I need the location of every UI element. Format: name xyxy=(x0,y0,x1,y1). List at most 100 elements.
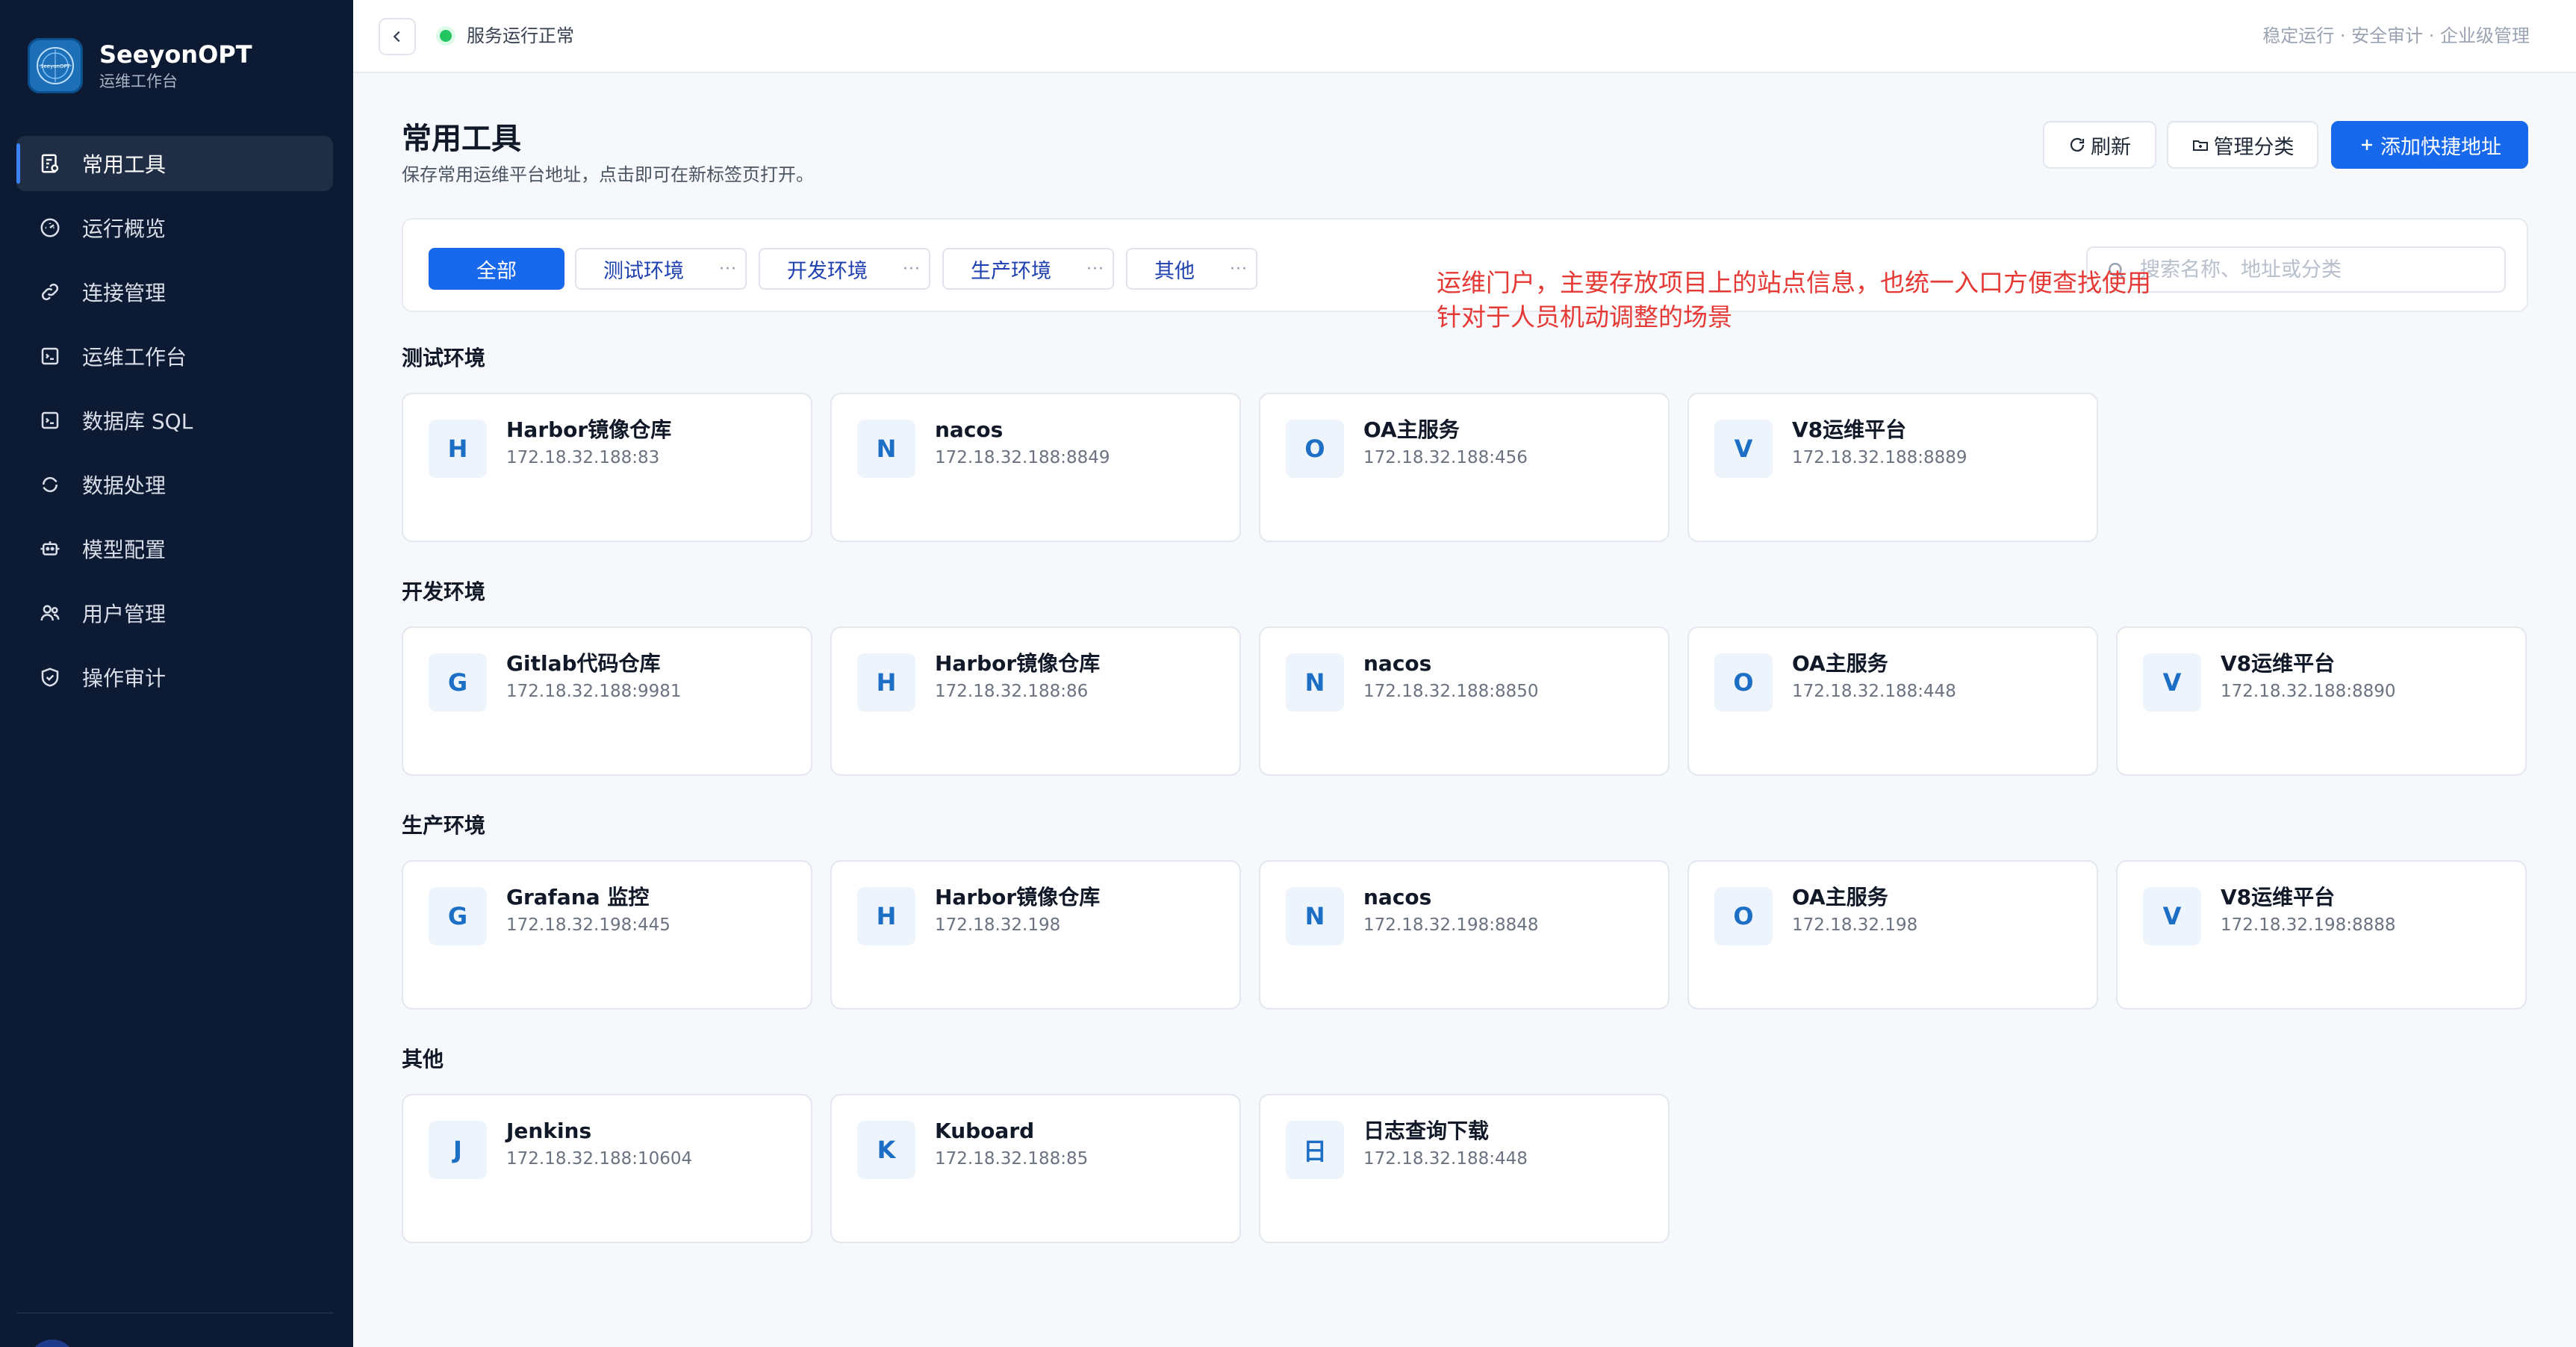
card-title: V8运维平台 xyxy=(2221,651,2336,676)
section-title: 其他 xyxy=(402,1047,444,1071)
card-address: 172.18.32.188:85 xyxy=(935,1149,1089,1169)
card-initial-badge: N xyxy=(1286,887,1344,945)
card-initial-badge: O xyxy=(1714,887,1773,945)
card-address: 172.18.32.188:448 xyxy=(1792,682,1956,701)
sidebar-item-database-sql[interactable]: 数据库 SQL xyxy=(16,393,333,448)
card-initial-badge: H xyxy=(857,653,915,712)
more-icon[interactable]: ··· xyxy=(1078,260,1113,279)
filter-chip-test[interactable]: 测试环境 ··· xyxy=(575,248,747,290)
card-address: 172.18.32.198:445 xyxy=(506,915,671,935)
shortcut-card[interactable]: Nnacos 172.18.32.188:8849 xyxy=(830,393,1241,542)
sidebar-nav: 常用工具 运行概览 连接管理 运维工作台 数据库 SQL 数据处理 模型配置 用… xyxy=(16,136,333,714)
filter-chip-prod[interactable]: 生产环境 ··· xyxy=(942,248,1114,290)
shortcut-card[interactable]: V V8运维平台 172.18.32.188:8890 xyxy=(2116,626,2527,776)
tagline: 稳定运行 · 安全审计 · 企业级管理 xyxy=(2262,25,2530,46)
sidebar-item-label: 连接管理 xyxy=(82,281,167,305)
avatar[interactable] xyxy=(28,1340,76,1347)
manage-categories-button[interactable]: 管理分类 xyxy=(2167,121,2318,169)
shortcut-card[interactable]: V V8运维平台 172.18.32.188:8889 xyxy=(1687,393,2098,542)
card-title: Jenkins xyxy=(506,1119,592,1143)
folder-icon xyxy=(2191,136,2209,154)
card-title: V8运维平台 xyxy=(2221,885,2336,909)
shortcut-card[interactable]: Nnacos 172.18.32.188:8850 xyxy=(1259,626,1670,776)
card-title: nacos xyxy=(1363,885,1432,909)
card-title: nacos xyxy=(1363,651,1432,676)
shortcut-card[interactable]: H Harbor镜像仓库 172.18.32.188:83 xyxy=(402,393,812,542)
sidebar-item-label: 常用工具 xyxy=(82,152,167,177)
sidebar-item-tools[interactable]: 常用工具 xyxy=(16,136,333,191)
robot-icon xyxy=(37,536,63,561)
card-title: 日志查询下载 xyxy=(1363,1119,1490,1143)
shortcut-card[interactable]: G Grafana 监控 172.18.32.198:445 xyxy=(402,860,812,1010)
card-initial-badge: H xyxy=(857,887,915,945)
card-title: Gitlab代码仓库 xyxy=(506,651,661,676)
sidebar-item-audit[interactable]: 操作审计 xyxy=(16,650,333,705)
card-address: 172.18.32.198:8888 xyxy=(2221,915,2396,935)
card-address: 172.18.32.198:8848 xyxy=(1363,915,1539,935)
filter-chip-all[interactable]: 全部 xyxy=(429,248,564,290)
shortcut-card[interactable]: Nnacos 172.18.32.198:8848 xyxy=(1259,860,1670,1010)
shortcut-card[interactable]: O OA主服务 172.18.32.188:448 xyxy=(1687,626,2098,776)
more-icon[interactable]: ··· xyxy=(895,260,929,279)
shortcut-card[interactable]: K Kuboard 172.18.32.188:85 xyxy=(830,1094,1241,1243)
more-icon[interactable]: ··· xyxy=(711,260,745,279)
card-address: 172.18.32.188:86 xyxy=(935,682,1089,701)
card-initial-badge: H xyxy=(429,420,487,478)
shortcut-card[interactable]: V V8运维平台 172.18.32.198:8888 xyxy=(2116,860,2527,1010)
card-address: 172.18.32.188:8849 xyxy=(935,448,1110,467)
card-initial-badge: V xyxy=(1714,420,1773,478)
status-dot xyxy=(440,30,452,42)
plus-icon xyxy=(2358,136,2376,154)
sidebar-item-workbench[interactable]: 运维工作台 xyxy=(16,329,333,384)
brand[interactable]: SeeyonOPT SeeyonOPT 运维工作台 xyxy=(28,38,252,93)
card-title: nacos xyxy=(935,417,1004,442)
sidebar-item-connections[interactable]: 连接管理 xyxy=(16,264,333,320)
filter-chip-other[interactable]: 其他 ··· xyxy=(1126,248,1257,290)
refresh-button[interactable]: 刷新 xyxy=(2043,121,2156,169)
back-button[interactable] xyxy=(379,18,416,55)
shortcut-card[interactable]: 日日志查询下载 172.18.32.188:448 xyxy=(1259,1094,1670,1243)
sidebar-item-label: 用户管理 xyxy=(82,602,167,626)
shortcut-card[interactable]: O OA主服务 172.18.32.198 xyxy=(1687,860,2098,1010)
topbar: 服务运行正常 稳定运行 · 安全审计 · 企业级管理 xyxy=(353,0,2576,73)
card-initial-badge: K xyxy=(857,1121,915,1179)
shortcut-card[interactable]: G Gitlab代码仓库 172.18.32.188:9981 xyxy=(402,626,812,776)
sidebar-item-label: 数据库 SQL xyxy=(82,409,193,434)
card-title: Harbor镜像仓库 xyxy=(935,885,1101,909)
card-initial-badge: V xyxy=(2143,653,2201,712)
sidebar-item-users[interactable]: 用户管理 xyxy=(16,585,333,641)
sidebar-item-data-processing[interactable]: 数据处理 xyxy=(16,457,333,512)
users-icon xyxy=(37,600,63,626)
add-shortcut-button[interactable]: 添加快捷地址 xyxy=(2331,121,2528,169)
card-address: 172.18.32.188:456 xyxy=(1363,448,1528,467)
sidebar-item-model-config[interactable]: 模型配置 xyxy=(16,521,333,576)
logo-wordmark: SeeyonOPT xyxy=(40,63,71,69)
card-initial-badge: 日 xyxy=(1286,1121,1344,1179)
sidebar-item-label: 数据处理 xyxy=(82,473,167,498)
more-icon[interactable]: ··· xyxy=(1222,260,1256,279)
sidebar-item-label: 运维工作台 xyxy=(82,345,187,370)
shortcut-card[interactable]: J Jenkins 172.18.32.188:10604 xyxy=(402,1094,812,1243)
page-subtitle: 保存常用运维平台地址，点击即可在新标签页打开。 xyxy=(402,164,814,185)
card-initial-badge: V xyxy=(2143,887,2201,945)
card-title: Grafana 监控 xyxy=(506,885,650,909)
card-address: 172.18.32.188:8890 xyxy=(2221,682,2396,701)
shortcut-card[interactable]: H Harbor镜像仓库 172.18.32.188:86 xyxy=(830,626,1241,776)
brand-subtitle: 运维工作台 xyxy=(99,72,178,90)
card-address: 172.18.32.188:448 xyxy=(1363,1149,1528,1169)
card-address: 172.18.32.188:83 xyxy=(506,448,660,467)
card-address: 172.18.32.188:9981 xyxy=(506,682,682,701)
sidebar-item-label: 模型配置 xyxy=(82,538,167,562)
sidebar-item-label: 操作审计 xyxy=(82,666,167,691)
card-address: 172.18.32.188:10604 xyxy=(506,1149,693,1169)
card-title: Kuboard xyxy=(935,1119,1035,1143)
shortcut-card[interactable]: O OA主服务 172.18.32.188:456 xyxy=(1259,393,1670,542)
sidebar-item-overview[interactable]: 运行概览 xyxy=(16,200,333,255)
card-title: Harbor镜像仓库 xyxy=(935,651,1101,676)
brand-logo: SeeyonOPT xyxy=(28,38,83,93)
filter-chip-dev[interactable]: 开发环境 ··· xyxy=(759,248,930,290)
shortcut-card[interactable]: H Harbor镜像仓库 172.18.32.198 xyxy=(830,860,1241,1010)
card-title: Harbor镜像仓库 xyxy=(506,417,672,442)
card-initial-badge: G xyxy=(429,653,487,712)
card-initial-badge: G xyxy=(429,887,487,945)
